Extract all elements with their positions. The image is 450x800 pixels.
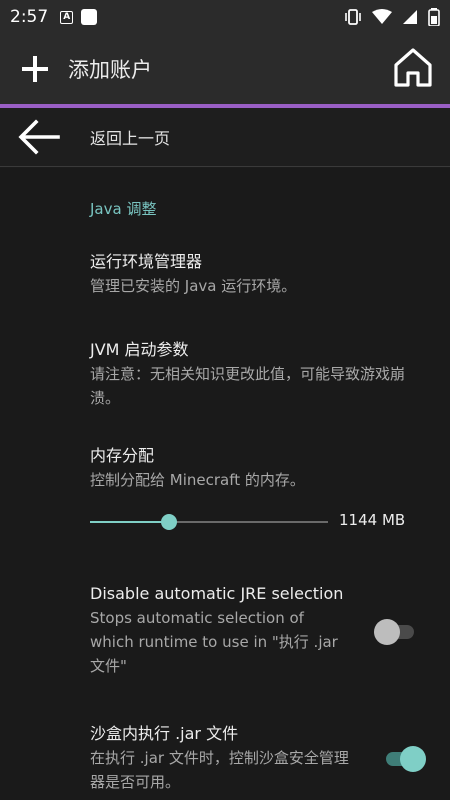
pref-summary: 在执行 .jar 文件时，控制沙盒安全管理器是否可用。	[90, 749, 349, 791]
wifi-icon	[372, 9, 392, 24]
pref-summary: 请注意：无相关知识更改此值，可能导致游戏崩溃。	[90, 365, 406, 407]
pref-title: Disable automatic JRE selection	[90, 584, 344, 603]
notification-a-icon: A	[60, 10, 74, 24]
home-icon	[394, 48, 432, 87]
pref-runtime-manager[interactable]: 运行环境管理器 管理已安装的 Java 运行环境。	[90, 250, 420, 298]
pref-summary: 管理已安装的 Java 运行环境。	[90, 277, 297, 295]
pref-title: 沙盒内执行 .jar 文件	[90, 724, 239, 743]
pref-sandbox[interactable]: 沙盒内执行 .jar 文件 在执行 .jar 文件时，控制沙盒安全管理器是否可用…	[90, 722, 352, 794]
app-bar: 添加账户	[0, 34, 450, 104]
memory-slider[interactable]	[90, 514, 328, 530]
add-account-button[interactable]	[16, 50, 54, 88]
memory-slider-fill	[90, 521, 169, 523]
back-row[interactable]: 返回上一页	[0, 108, 450, 167]
toggle-thumb	[374, 619, 400, 645]
plus-icon	[22, 56, 48, 82]
pref-jvm-args[interactable]: JVM 启动参数 请注意：无相关知识更改此值，可能导致游戏崩溃。	[90, 338, 420, 410]
back-label: 返回上一页	[90, 129, 171, 148]
toggle-thumb	[400, 746, 426, 772]
status-bar: 2:57 A	[0, 0, 450, 34]
pref-auto-jre[interactable]: Disable automatic JRE selection Stops au…	[90, 582, 352, 678]
settings-list: Java 调整 运行环境管理器 管理已安装的 Java 运行环境。 JVM 启动…	[0, 168, 450, 800]
signal-icon	[403, 10, 417, 24]
sandbox-toggle[interactable]	[382, 746, 426, 772]
pref-title: JVM 启动参数	[90, 340, 189, 359]
pref-summary: 控制分配给 Minecraft 的内存。	[90, 471, 305, 489]
pref-title: 内存分配	[90, 446, 155, 465]
back-arrow-icon[interactable]	[16, 114, 62, 160]
auto-jre-toggle[interactable]	[374, 619, 418, 645]
pref-title: 运行环境管理器	[90, 252, 203, 271]
home-button[interactable]	[390, 45, 436, 91]
battery-icon	[428, 8, 440, 26]
section-title: Java 调整	[90, 200, 157, 218]
status-time: 2:57	[10, 7, 49, 27]
app-square-icon	[81, 9, 98, 25]
pref-summary: Stops automatic selection of which runti…	[90, 609, 338, 675]
memory-slider-thumb[interactable]	[160, 514, 177, 530]
pref-memory: 内存分配 控制分配给 Minecraft 的内存。	[90, 444, 420, 492]
app-bar-title: 添加账户	[68, 58, 152, 82]
vibrate-icon	[345, 9, 361, 25]
memory-value: 1144 MB	[339, 511, 406, 529]
